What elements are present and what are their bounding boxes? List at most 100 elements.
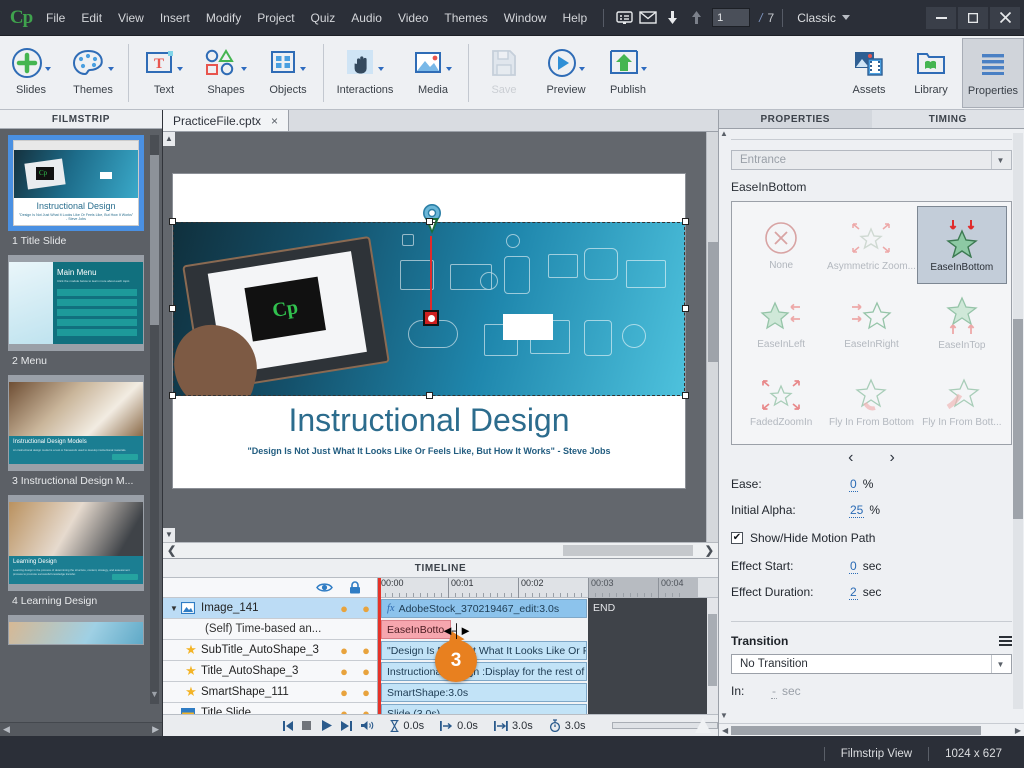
toolbar-preview-button[interactable]: Preview: [535, 38, 597, 108]
selection-handle-bm[interactable]: [426, 392, 433, 399]
menu-quiz[interactable]: Quiz: [303, 5, 344, 31]
selection-handle-br[interactable]: [682, 392, 689, 399]
toolbar-shapes-button[interactable]: Shapes: [195, 38, 257, 108]
effect-easeintop[interactable]: EaseInTop: [917, 284, 1007, 362]
effect-fadedzoomin[interactable]: FadedZoomIn: [736, 362, 826, 440]
stop-icon[interactable]: [302, 721, 321, 730]
lock-dot[interactable]: ●: [355, 707, 377, 715]
scroll-right-icon[interactable]: ❯: [705, 544, 714, 557]
effect-flyin-bottom-2[interactable]: Fly In From Bott...: [917, 362, 1007, 440]
transition-select[interactable]: No Transition ▼: [731, 654, 1012, 674]
menu-video[interactable]: Video: [390, 5, 436, 31]
transition-in-value[interactable]: -: [771, 684, 777, 699]
timeline-ruler[interactable]: 00:00 00:01 00:02 00:03 00:04: [378, 578, 718, 598]
chevron-down-icon[interactable]: [108, 67, 114, 71]
motion-path-checkbox-row[interactable]: ✔ Show/Hide Motion Path: [731, 523, 1012, 553]
chevron-down-icon[interactable]: ▼: [991, 655, 1009, 673]
eye-icon[interactable]: [316, 582, 333, 593]
visibility-dot[interactable]: ●: [333, 665, 355, 678]
toolbar-slides-button[interactable]: Slides: [0, 38, 62, 108]
timeline-bar-slide[interactable]: Slide (3.0s): [381, 704, 587, 714]
audio-icon[interactable]: [360, 720, 380, 731]
effect-duration-value[interactable]: 2: [849, 585, 858, 600]
mail-icon[interactable]: [636, 7, 660, 29]
scrollbar-thumb[interactable]: [731, 725, 981, 735]
workspace-selector[interactable]: Classic: [791, 7, 856, 29]
selection-handle-bl[interactable]: [169, 392, 176, 399]
menu-themes[interactable]: Themes: [436, 5, 495, 31]
scroll-right-icon[interactable]: ▶: [1015, 726, 1021, 735]
timeline-row-smartshape[interactable]: ★ SmartShape_111 ● ●: [163, 682, 377, 703]
slide-canvas[interactable]: Cp Instructional Design "Design Is Not J…: [169, 174, 689, 488]
tab-properties[interactable]: PROPERTIES: [719, 110, 872, 128]
timeline-bar-image[interactable]: fx AdobeStock_370219467_edit:3.0s: [381, 599, 587, 618]
menu-insert[interactable]: Insert: [152, 5, 198, 31]
ease-value[interactable]: 0: [849, 477, 858, 492]
effect-easeinright[interactable]: EaseInRight: [826, 284, 916, 362]
filmstrip-slide-2[interactable]: Main Menu Click the module below to lear…: [8, 255, 144, 367]
scroll-down-icon[interactable]: ▼: [149, 689, 160, 700]
filmstrip-scrollbar[interactable]: [150, 135, 159, 704]
visibility-dot[interactable]: ●: [333, 644, 355, 657]
filmstrip-hscrollbar[interactable]: ◀ ▶: [0, 722, 162, 736]
slide-hero-image[interactable]: Cp: [173, 222, 685, 396]
timeline-playhead[interactable]: [378, 578, 381, 714]
scroll-left-icon[interactable]: ◀: [3, 724, 10, 735]
panel-scroll-up-icon[interactable]: ▲: [719, 129, 729, 141]
effect-easeinleft[interactable]: EaseInLeft: [736, 284, 826, 362]
timeline-row-slide[interactable]: Title Slide ● ●: [163, 703, 377, 714]
effect-asymmetric-zoom[interactable]: Asymmetric Zoom...: [826, 206, 916, 284]
scroll-left-icon[interactable]: ❮: [167, 544, 176, 557]
slide-subtitle-text[interactable]: "Design Is Not Just What It Looks Like O…: [173, 446, 685, 456]
play-icon[interactable]: [321, 720, 341, 731]
timeline-row-effect[interactable]: (Self) Time-based an...: [163, 619, 377, 640]
panel-scroll-down-icon[interactable]: ▼: [719, 711, 729, 723]
timeline-bar-smartshape[interactable]: SmartShape:3.0s: [381, 683, 587, 702]
motion-path-end-handle[interactable]: [423, 310, 439, 326]
effect-flyin-bottom[interactable]: Fly In From Bottom: [826, 362, 916, 440]
caption-icon[interactable]: [612, 7, 636, 29]
filmstrip-slide-4[interactable]: Learning Design Learning design is the p…: [8, 495, 144, 607]
filmstrip-slide-3[interactable]: Instructional Design Models An instructi…: [8, 375, 144, 487]
slide-title-text[interactable]: Instructional Design: [173, 402, 685, 439]
scrollbar-thumb[interactable]: [1013, 319, 1023, 519]
scroll-right-icon[interactable]: ▶: [152, 724, 159, 735]
zoom-slider-handle[interactable]: [694, 718, 711, 733]
menu-modify[interactable]: Modify: [198, 5, 249, 31]
toolbar-save-button[interactable]: Save: [473, 38, 535, 108]
lock-dot[interactable]: ●: [355, 665, 377, 678]
toolbar-publish-button[interactable]: Publish: [597, 38, 659, 108]
toolbar-text-button[interactable]: T Text: [133, 38, 195, 108]
panel-menu-icon[interactable]: [999, 636, 1012, 646]
effect-category-select[interactable]: Entrance ▼: [731, 150, 1012, 170]
effects-next-page-icon[interactable]: ›: [890, 449, 895, 467]
timeline-bar-title[interactable]: Instructional Design :Display for the re…: [381, 662, 587, 681]
visibility-dot[interactable]: ●: [333, 686, 355, 699]
chevron-down-icon[interactable]: ▼: [991, 151, 1009, 169]
stage-scroll-up-icon[interactable]: ▲: [163, 132, 175, 146]
effect-easeinbottom[interactable]: EaseInBottom: [916, 206, 1007, 284]
timeline-vertical-scrollbar[interactable]: [707, 598, 718, 714]
scrollbar-thumb[interactable]: [563, 545, 693, 556]
properties-horizontal-scrollbar[interactable]: ◀ ▶: [719, 723, 1024, 736]
effect-none[interactable]: None: [736, 206, 826, 284]
minimize-icon[interactable]: [926, 6, 956, 29]
twirl-down-icon[interactable]: ▼: [167, 604, 181, 613]
menu-audio[interactable]: Audio: [343, 5, 390, 31]
visibility-dot[interactable]: ●: [333, 602, 355, 615]
toolbar-assets-button[interactable]: Assets: [838, 38, 900, 108]
upload-icon[interactable]: [684, 7, 708, 29]
visibility-dot[interactable]: ●: [333, 707, 355, 715]
toolbar-objects-button[interactable]: Objects: [257, 38, 319, 108]
scrollbar-thumb[interactable]: [708, 614, 717, 686]
timeline-bar-subtitle[interactable]: "Design Is Not Just What It Looks Like O…: [381, 641, 587, 660]
menu-file[interactable]: File: [38, 5, 73, 31]
menu-edit[interactable]: Edit: [73, 5, 110, 31]
close-icon[interactable]: [990, 6, 1020, 29]
slide-number-input[interactable]: 1: [712, 8, 751, 27]
tab-timing[interactable]: TIMING: [871, 110, 1024, 128]
chevron-down-icon[interactable]: [378, 67, 384, 71]
toolbar-properties-button[interactable]: Properties: [962, 38, 1024, 108]
effect-start-value[interactable]: 0: [849, 559, 858, 574]
menu-window[interactable]: Window: [496, 5, 555, 31]
